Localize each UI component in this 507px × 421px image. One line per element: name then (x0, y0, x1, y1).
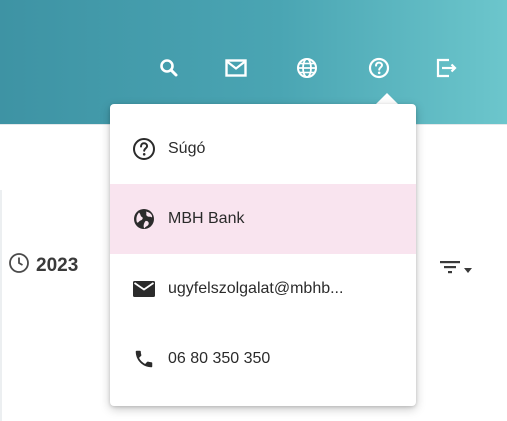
left-edge-divider (0, 190, 2, 421)
menu-item-label: Súgó (168, 140, 206, 157)
logout-icon[interactable] (433, 54, 461, 82)
chevron-down-icon (463, 261, 473, 279)
menu-item-label: 06 80 350 350 (168, 350, 271, 367)
filter-icon (440, 260, 460, 279)
clock-icon (8, 252, 30, 279)
menu-item-help[interactable]: Súgó (110, 114, 416, 184)
mail-filled-icon (131, 276, 157, 302)
menu-item-mbh-bank[interactable]: MBH Bank (110, 184, 416, 254)
menu-item-email[interactable]: ugyfelszolgalat@mbhb... (110, 254, 416, 324)
date-label: 2023 (36, 254, 79, 276)
help-circle-icon (131, 136, 157, 162)
menu-item-label: MBH Bank (168, 210, 245, 227)
phone-icon (131, 346, 157, 372)
mail-icon[interactable] (222, 54, 250, 82)
help-dropdown-menu: Súgó MBH Bank ugyfelszolgalat@mbhb... 06… (110, 104, 416, 406)
menu-item-label: ugyfelszolgalat@mbhb... (168, 280, 344, 297)
dropdown-caret (376, 93, 398, 104)
date-row: 2023 (8, 252, 78, 279)
menu-item-phone[interactable]: 06 80 350 350 (110, 324, 416, 394)
globe-filled-icon (131, 206, 157, 232)
screen: 2023 Súgó MBH Bank ugyfelszolgalat@mbhb.… (0, 0, 507, 421)
help-icon[interactable] (365, 54, 393, 82)
globe-icon[interactable] (293, 54, 321, 82)
filter-button[interactable] (440, 260, 473, 279)
search-icon[interactable] (155, 54, 183, 82)
